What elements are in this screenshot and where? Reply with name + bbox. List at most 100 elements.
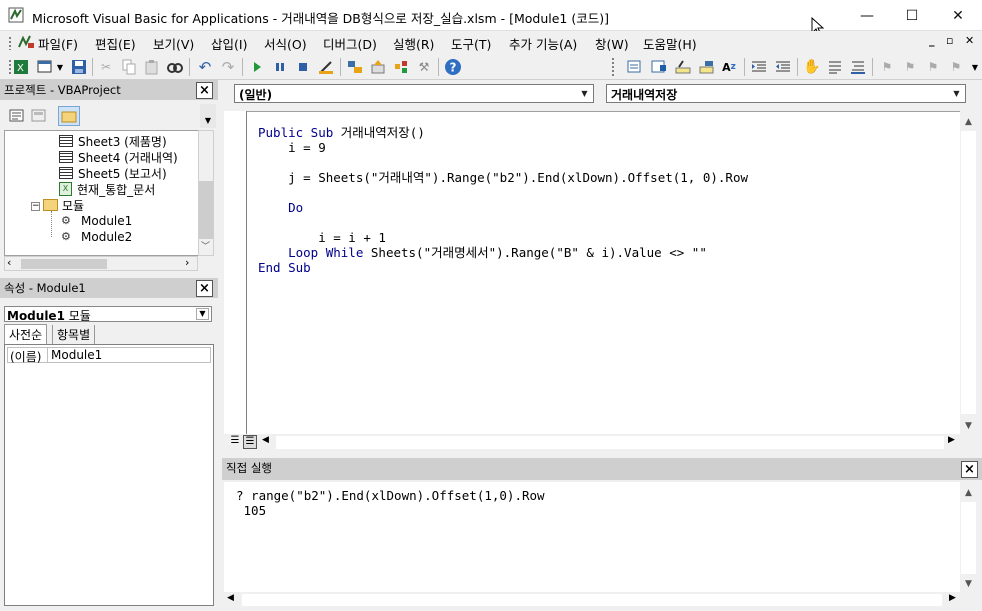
immediate-vscrollbar[interactable]: ▲ ▼ — [960, 482, 977, 592]
scroll-up-arrow-icon[interactable]: ▲ — [960, 113, 977, 130]
property-row[interactable]: (이름) Module1 — [7, 347, 211, 364]
cut-icon[interactable]: ✂ — [97, 58, 115, 76]
hscroll-thumb[interactable] — [21, 259, 107, 269]
code-line[interactable]: End Sub — [258, 260, 311, 275]
code-line[interactable]: i = 9 — [258, 140, 326, 155]
design-mode-icon[interactable] — [317, 58, 335, 76]
outdent-icon[interactable] — [774, 58, 792, 76]
menu-file[interactable]: 파일(F) — [38, 34, 78, 53]
edit-list-properties-icon[interactable] — [626, 58, 644, 76]
hscroll-track[interactable] — [242, 594, 942, 606]
tree-item-sheet5[interactable]: Sheet5 (보고서) — [59, 165, 167, 181]
excel-icon[interactable]: X — [12, 58, 30, 76]
toggle-folders-icon[interactable] — [58, 106, 80, 126]
save-icon[interactable] — [70, 58, 88, 76]
scroll-right-arrow-icon[interactable]: ▶ — [949, 593, 956, 603]
menu-view[interactable]: 보기(V) — [153, 34, 194, 53]
run-icon[interactable] — [248, 58, 266, 76]
scroll-up-arrow-icon[interactable]: ▲ — [960, 484, 977, 501]
properties-pane-close-button[interactable]: × — [196, 280, 213, 297]
chevron-down-icon[interactable]: ▼ — [196, 308, 209, 320]
toggle-bookmark-icon[interactable]: ⚑ — [878, 58, 896, 76]
scroll-left-arrow-icon[interactable]: ‹ — [7, 256, 11, 269]
collapse-toggle-icon[interactable]: − — [31, 202, 40, 211]
view-code-icon[interactable] — [8, 107, 26, 125]
tree-item-module1[interactable]: ⚙ Module1 — [61, 213, 132, 229]
parameter-info-icon[interactable] — [698, 58, 716, 76]
chevron-down-icon[interactable]: ▼ — [577, 86, 592, 101]
menu-format[interactable]: 서식(O) — [264, 34, 307, 53]
code-line[interactable]: i = i + 1 — [258, 230, 386, 245]
menu-debug[interactable]: 디버그(D) — [323, 34, 377, 53]
list-constants-icon[interactable] — [650, 58, 668, 76]
code-line[interactable]: Loop While Sheets("거래명세서").Range("B" & i… — [258, 245, 707, 260]
tab-categorized[interactable]: 항목별 — [52, 325, 96, 344]
scroll-down-arrow-icon[interactable]: ▼ — [960, 417, 977, 434]
tree-item-thisworkbook[interactable]: X 현재_통합_문서 — [59, 181, 155, 197]
scroll-right-arrow-icon[interactable]: ▶ — [948, 435, 955, 445]
code-line[interactable]: Public Sub 거래내역저장() — [258, 125, 425, 140]
comment-block-icon[interactable] — [826, 58, 844, 76]
immediate-line[interactable]: 105 — [236, 503, 267, 518]
uncomment-block-icon[interactable] — [849, 58, 867, 76]
toolbox-icon[interactable]: ⚒ — [415, 58, 433, 76]
immediate-pane-close-button[interactable]: × — [961, 461, 978, 478]
tab-alphabetic[interactable]: 사전순 — [4, 324, 48, 344]
property-value[interactable]: Module1 — [48, 348, 102, 362]
project-tree-hscrollbar[interactable]: ‹ › — [4, 256, 198, 271]
object-combo[interactable]: (일반) ▼ — [234, 84, 594, 103]
tree-item-sheet3[interactable]: Sheet3 (제품명) — [59, 133, 167, 149]
toolbar-overflow-icon[interactable]: ▼ — [969, 58, 981, 76]
vscroll-track[interactable] — [961, 502, 976, 574]
procedure-view-icon[interactable]: ☰ — [228, 435, 242, 449]
menu-edit[interactable]: 편집(E) — [95, 34, 136, 53]
copy-icon[interactable] — [120, 58, 138, 76]
immediate-line[interactable]: ? range("b2").End(xlDown).Offset(1,0).Ro… — [236, 488, 545, 503]
quick-info-icon[interactable] — [674, 58, 692, 76]
redo-icon[interactable]: ↷ — [219, 58, 237, 76]
immediate-hscrollbar[interactable]: ◀ ▶ — [224, 592, 962, 608]
object-browser-icon[interactable] — [392, 58, 410, 76]
code-margin-indicator-bar[interactable] — [224, 111, 247, 434]
project-pane-close-button[interactable]: × — [196, 82, 213, 99]
code-editor[interactable] — [224, 111, 960, 434]
chevron-down-icon[interactable]: ▼ — [949, 86, 964, 101]
tree-item-module2[interactable]: ⚙ Module2 — [61, 229, 132, 245]
hscroll-track[interactable] — [276, 436, 944, 449]
menu-addins[interactable]: 추가 기능(A) — [509, 34, 577, 53]
previous-bookmark-icon[interactable]: ⚑ — [924, 58, 942, 76]
scroll-right-arrow-icon[interactable]: › — [185, 256, 189, 269]
project-tree-vscrollbar[interactable]: ﹀ — [198, 130, 214, 256]
clear-bookmarks-icon[interactable]: ⚑ — [947, 58, 965, 76]
code-line[interactable]: Do — [258, 200, 303, 215]
menu-help[interactable]: 도움말(H) — [643, 34, 697, 53]
find-icon[interactable] — [166, 58, 184, 76]
menu-tools[interactable]: 도구(T) — [451, 34, 491, 53]
tree-item-sheet4[interactable]: Sheet4 (거래내역) — [59, 149, 178, 165]
properties-object-select[interactable]: Module1 모듈 ▼ — [4, 306, 212, 323]
vscroll-thumb[interactable] — [199, 181, 213, 239]
menu-insert[interactable]: 삽입(I) — [211, 34, 247, 53]
paste-icon[interactable] — [143, 58, 161, 76]
menu-run[interactable]: 실행(R) — [393, 34, 434, 53]
next-bookmark-icon[interactable]: ⚑ — [901, 58, 919, 76]
scroll-left-arrow-icon[interactable]: ◀ — [227, 593, 234, 603]
help-icon[interactable]: ? — [444, 58, 462, 76]
maximize-button[interactable]: ☐ — [889, 0, 935, 31]
code-vscrollbar[interactable]: ▲ ▼ — [960, 111, 977, 434]
vba-app-icon[interactable] — [8, 7, 24, 23]
close-button[interactable]: ✕ — [935, 0, 981, 31]
toolbar-grip[interactable] — [611, 57, 615, 77]
tree-item-modules-folder[interactable]: 모듈 — [43, 197, 84, 213]
vscroll-track[interactable] — [961, 131, 976, 414]
mdi-close-button[interactable]: ✕ — [965, 34, 974, 47]
indent-icon[interactable] — [750, 58, 768, 76]
scroll-left-arrow-icon[interactable]: ◀ — [262, 435, 269, 445]
minimize-button[interactable]: — — [844, 0, 890, 31]
code-line[interactable]: j = Sheets("거래내역").Range("b2").End(xlDow… — [258, 170, 748, 185]
scroll-down-arrow-icon[interactable]: ﹀ — [197, 237, 214, 254]
complete-word-icon[interactable]: Az — [720, 58, 738, 76]
menu-grip[interactable] — [8, 36, 12, 50]
mdi-minimize-button[interactable]: _ — [929, 34, 935, 47]
procedure-combo[interactable]: 거래내역저장 ▼ — [606, 84, 966, 103]
